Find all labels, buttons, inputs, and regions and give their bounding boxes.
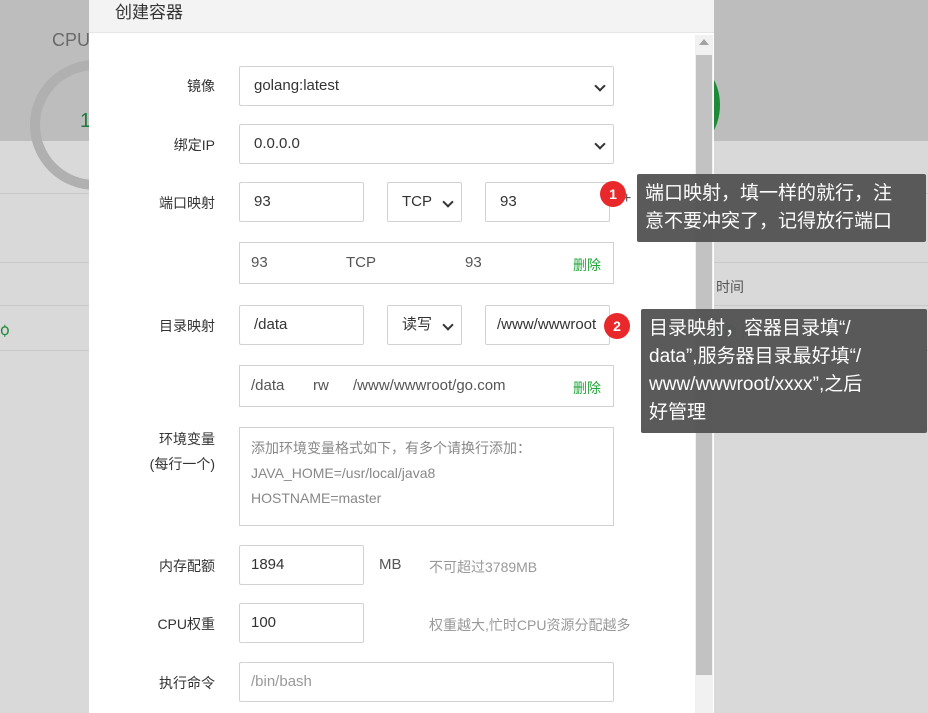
dir-entry-container: /www/wwwroot/go.com — [353, 377, 506, 394]
memory-label: 内存配额 — [159, 558, 215, 574]
dialog-title: 创建容器 — [115, 3, 183, 22]
annotation-dir-tip: 目录映射，容器目录填“/ data”,服务器目录最好填“/ www/wwwroo… — [641, 309, 927, 433]
port-entry-delete-button[interactable]: 删除 — [573, 255, 601, 275]
bind-ip-select[interactable]: 0.0.0.0 — [239, 124, 614, 164]
port-entry-protocol: TCP — [346, 254, 376, 271]
bind-ip-label: 绑定IP — [173, 137, 215, 153]
container-dir-input[interactable]: /www/wwwroot — [485, 305, 610, 345]
annotation-badge-2: 2 — [604, 313, 630, 339]
dir-entry-mode: rw — [313, 377, 329, 394]
container-port-input[interactable]: 93 — [485, 182, 610, 222]
mode-select[interactable]: 读写 — [387, 305, 462, 345]
cpu-weight-label: CPU权重 — [157, 616, 215, 632]
env-label: 环境变量 (每行一个) — [125, 427, 215, 477]
memory-hint: 不可超过3789MB — [429, 559, 538, 575]
port-map-entry: 93 TCP 93 删除 — [239, 242, 614, 284]
dir-map-entry: /data rw /www/wwwroot/go.com 删除 — [239, 365, 614, 407]
dir-entry-delete-button[interactable]: 删除 — [573, 378, 601, 398]
memory-unit: MB — [379, 556, 402, 573]
annotation-port-line2: 意不要冲突了，记得放行端口 — [645, 211, 893, 232]
protocol-select-value: TCP — [402, 193, 432, 210]
env-label-line2: (每行一个) — [149, 456, 215, 472]
port-entry-host: 93 — [251, 254, 268, 271]
env-placeholder-line1: 添加环境变量格式如下，有多个请换行添加： — [251, 440, 531, 456]
annotation-dir-line1: 目录映射，容器目录填“/ — [649, 318, 851, 339]
host-dir-input[interactable]: /data — [239, 305, 364, 345]
host-port-input[interactable]: 93 — [239, 182, 364, 222]
annotation-dir-line3: www/wwwroot/xxxx”,之后 — [649, 374, 863, 395]
annotation-dir-line4: 好管理 — [649, 402, 707, 423]
background-cpu-label: CPU — [52, 30, 91, 50]
background-time-header: 时间 — [716, 279, 744, 295]
command-label: 执行命令 — [159, 675, 215, 691]
dir-map-label: 目录映射 — [159, 318, 215, 334]
dialog-header: 创建容器 — [89, 0, 714, 33]
env-placeholder-line3: HOSTNAME=master — [251, 490, 382, 506]
memory-input[interactable]: 1894 — [239, 545, 364, 585]
port-map-label: 端口映射 — [159, 195, 215, 211]
image-select[interactable]: golang:latest — [239, 66, 614, 106]
dir-entry-host: /data — [251, 377, 285, 394]
cpu-weight-hint: 权重越大,忙时CPU资源分配越多 — [429, 617, 631, 633]
env-textarea[interactable]: 添加环境变量格式如下，有多个请换行添加： JAVA_HOME=/usr/loca… — [239, 427, 614, 526]
env-label-line1: 环境变量 — [159, 431, 215, 447]
protocol-select[interactable]: TCP — [387, 182, 462, 222]
command-input[interactable]: /bin/bash — [239, 662, 614, 702]
background-status-icon: ꟁ — [0, 322, 10, 339]
bind-ip-select-value: 0.0.0.0 — [254, 135, 300, 152]
annotation-badge-1: 1 — [600, 181, 626, 207]
annotation-port-tip: 端口映射，填一样的就行，注 意不要冲突了，记得放行端口 — [637, 174, 926, 242]
image-label: 镜像 — [187, 78, 215, 94]
create-container-dialog: 创建容器 镜像 golang:latest 绑定IP 0.0.0.0 端口映射 … — [89, 0, 714, 713]
annotation-dir-line2: data”,服务器目录最好填“/ — [649, 346, 862, 367]
env-placeholder-line2: JAVA_HOME=/usr/local/java8 — [251, 465, 436, 481]
annotation-port-line1: 端口映射，填一样的就行，注 — [645, 183, 893, 204]
port-entry-container: 93 — [465, 254, 482, 271]
cpu-weight-input[interactable]: 100 — [239, 603, 364, 643]
mode-select-value: 读写 — [402, 316, 433, 333]
scroll-up-arrow-icon[interactable] — [699, 39, 709, 45]
image-select-value: golang:latest — [254, 77, 340, 94]
